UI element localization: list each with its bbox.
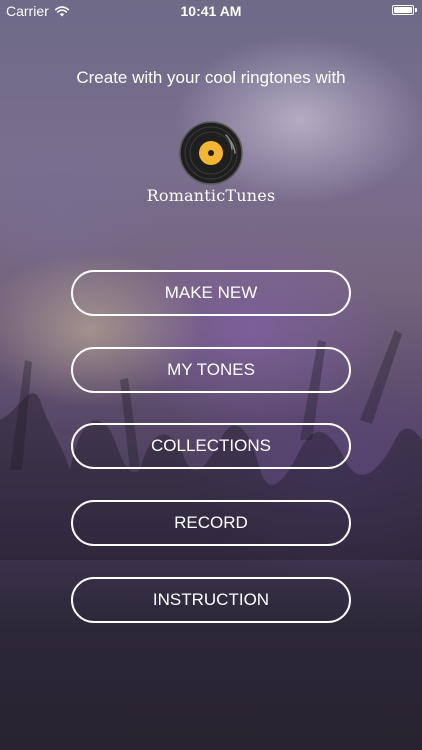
make-new-button[interactable]: MAKE NEW — [71, 270, 351, 316]
record-button[interactable]: RECORD — [71, 500, 351, 546]
my-tones-button[interactable]: MY TONES — [71, 347, 351, 393]
status-bar: Carrier 10:41 AM — [0, 0, 422, 22]
battery-tip — [415, 8, 417, 12]
instruction-button[interactable]: INSTRUCTION — [71, 577, 351, 623]
tagline-text: Create with your cool ringtones with — [76, 68, 346, 87]
vinyl-record-icon — [179, 121, 243, 185]
battery-icon — [392, 5, 414, 15]
status-time: 10:41 AM — [180, 3, 242, 19]
brand-name: RomanticTunes — [146, 186, 276, 205]
collections-button[interactable]: COLLECTIONS — [71, 423, 351, 469]
